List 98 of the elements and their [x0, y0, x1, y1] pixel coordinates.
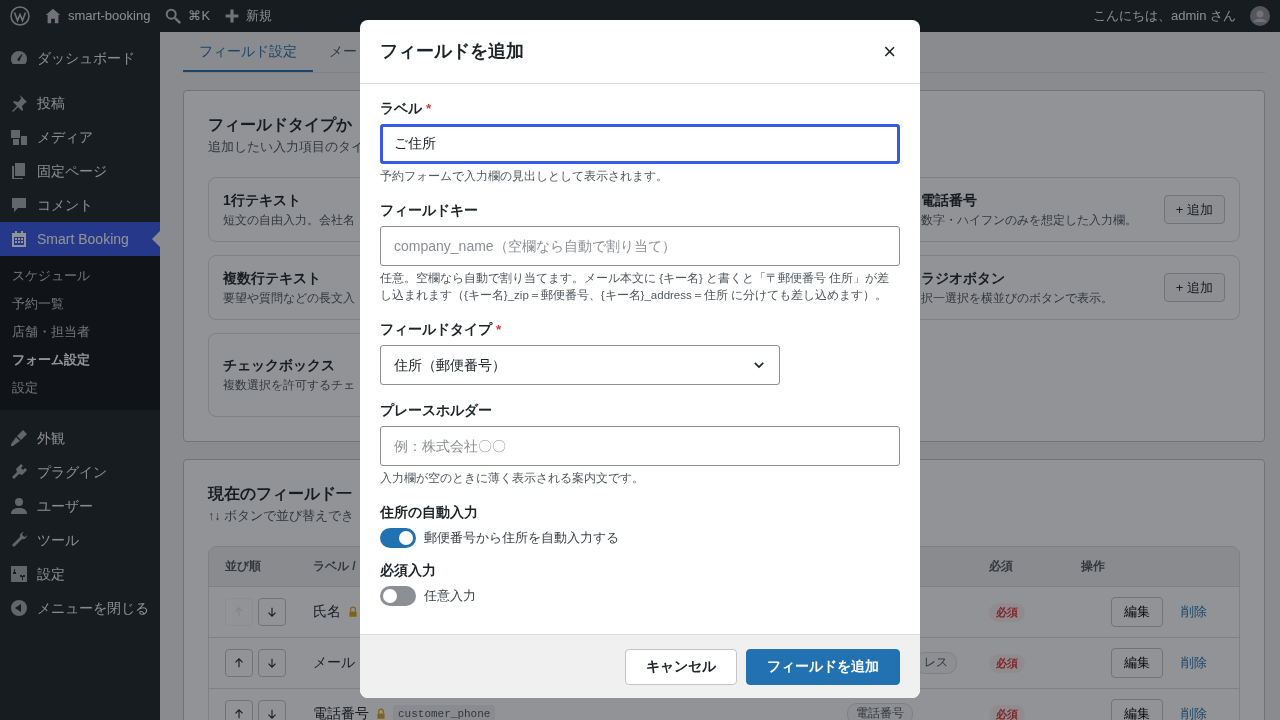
submenu-item[interactable]: 設定: [0, 374, 160, 402]
cancel-button[interactable]: キャンセル: [625, 648, 737, 685]
field-label: 住所の自動入力: [380, 505, 478, 520]
toggle-switch[interactable]: [380, 528, 416, 548]
menu-item[interactable]: プラグイン: [0, 455, 160, 489]
required-tag: 必須: [989, 705, 1025, 720]
tab[interactable]: フィールド設定: [183, 32, 313, 72]
field-label: フィールドキー: [380, 203, 478, 218]
input-field[interactable]: 例：株式会社〇〇: [380, 426, 900, 466]
field-type-description: 択一選択を横並びのボタンで表示。: [921, 289, 1113, 307]
media-icon: [9, 127, 29, 147]
field-label: 氏名: [313, 602, 341, 622]
add-button[interactable]: + 追加: [1163, 194, 1225, 225]
home-icon: [44, 7, 62, 25]
field-type-name: 電話番号: [921, 190, 978, 210]
field-type-name: 1行テキスト: [223, 190, 302, 210]
site-link[interactable]: smart-booking: [44, 6, 151, 26]
field-type-description: 数字・ハイフンのみを想定した入力欄。: [921, 211, 1137, 229]
menu-item[interactable]: Smart Booking: [0, 222, 160, 256]
required-mark: *: [496, 322, 502, 337]
menu-item[interactable]: ツール: [0, 523, 160, 557]
edit-button[interactable]: 編集: [1111, 699, 1163, 720]
input-field[interactable]: company_name（空欄なら自動で割り当て）: [380, 226, 900, 266]
edit-button[interactable]: 編集: [1111, 648, 1163, 678]
help-text: 予約フォームで入力欄の見出しとして表示されます。: [380, 169, 669, 184]
required-tag: 必須: [989, 654, 1025, 673]
up-arrow-icon: [232, 655, 246, 670]
field-type-description: 短文の自由入力。会社名: [223, 211, 355, 229]
column-header: ラベル /: [313, 558, 356, 576]
menu-item[interactable]: 固定ページ: [0, 154, 160, 188]
delete-link[interactable]: 削除: [1181, 653, 1207, 673]
submenu-item[interactable]: スケジュール: [0, 262, 160, 290]
panel-title: フィールドタイプか: [208, 115, 352, 135]
submenu-item[interactable]: 店舗・担当者: [0, 318, 160, 346]
move-up-button[interactable]: [225, 648, 253, 677]
user-icon: [9, 496, 29, 516]
sliders-icon: [9, 564, 29, 584]
menu-item[interactable]: 設定: [0, 557, 160, 591]
input-field[interactable]: ご住所: [380, 124, 900, 164]
avatar-icon: [1250, 6, 1270, 26]
menu-item[interactable]: ダッシュボード: [0, 41, 160, 75]
field-type-name: 複数行テキスト: [223, 268, 322, 288]
submenu-item[interactable]: フォーム設定: [0, 346, 160, 374]
move-down-button[interactable]: [258, 597, 286, 626]
column-header: 並び順: [225, 558, 261, 576]
required-mark: *: [426, 101, 432, 116]
toggle-switch[interactable]: [380, 586, 416, 606]
toggle-label: 任意入力: [424, 587, 476, 606]
required-tag: 必須: [989, 603, 1025, 622]
search-icon: [164, 7, 183, 25]
field-label: プレースホルダー: [380, 403, 492, 418]
tab[interactable]: メー: [313, 32, 373, 72]
field-type-name: チェックボックス: [223, 356, 336, 376]
plus-icon: [224, 8, 241, 24]
new-link[interactable]: 新規: [224, 6, 273, 26]
delete-link[interactable]: 削除: [1181, 602, 1207, 622]
logo-icon: [10, 6, 30, 26]
move-down-button[interactable]: [258, 699, 286, 720]
column-header: 操作: [1081, 558, 1105, 576]
panel-subtitle: ↑↓ ボタンで並び替えでき: [208, 508, 354, 526]
move-up-button[interactable]: [225, 699, 253, 720]
submit-button[interactable]: フィールドを追加: [746, 648, 900, 685]
field-label: 電話番号: [313, 704, 369, 720]
field-key: customer_phone: [393, 704, 496, 720]
menu-item[interactable]: ユーザー: [0, 489, 160, 523]
comment-icon: [9, 195, 29, 215]
menu-item[interactable]: 投稿: [0, 86, 160, 120]
field-type-description: 複数選択を許可するチェ: [223, 377, 355, 395]
panel-title: 現在のフィールド一: [208, 483, 352, 504]
toggle-label: 郵便番号から住所を自動入力する: [424, 529, 619, 548]
field-type-name: ラジオボタン: [921, 268, 1006, 288]
close-button[interactable]: ×: [879, 40, 900, 63]
field-label: メール: [313, 653, 355, 673]
type-tag: 電話番号: [847, 703, 913, 720]
delete-link[interactable]: 削除: [1181, 704, 1207, 720]
move-down-button[interactable]: [258, 648, 286, 677]
menu-item[interactable]: メディア: [0, 120, 160, 154]
search-link[interactable]: ⌘K: [164, 6, 211, 26]
modal-title: フィールドを追加: [380, 40, 524, 63]
field-label: ラベル: [380, 101, 422, 116]
field-label: 必須入力: [380, 563, 436, 578]
collapse-icon: [9, 598, 29, 618]
calendar-icon: [9, 229, 29, 249]
field-type-description: 要望や質問などの長文入: [223, 289, 355, 307]
field-label: フィールドタイプ: [380, 322, 492, 337]
menu-pointer: [152, 231, 160, 247]
add-button[interactable]: + 追加: [1163, 272, 1225, 303]
help-text: 任意。空欄なら自動で割り当てます。メール本文に {キー名} と書くと「〒郵便番号 住所」が差し込まれます（{キー名}_zip＝郵便番号、{キー名}_address＝住所 に分けても差し込めます）。: [380, 271, 891, 303]
select-field[interactable]: 住所（郵便番号）: [380, 345, 780, 385]
column-header: 必須: [989, 558, 1013, 576]
brush-icon: [9, 428, 29, 448]
greeting-link[interactable]: こんにちは、admin さん: [1092, 6, 1236, 26]
menu-item[interactable]: メニューを閉じる: [0, 591, 160, 625]
menu-item[interactable]: 外観: [0, 421, 160, 455]
help-text: 入力欄が空のときに薄く表示される案内文です。: [380, 471, 645, 486]
menu-item[interactable]: コメント: [0, 188, 160, 222]
up-arrow-icon: [232, 706, 246, 720]
edit-button[interactable]: 編集: [1111, 597, 1163, 627]
